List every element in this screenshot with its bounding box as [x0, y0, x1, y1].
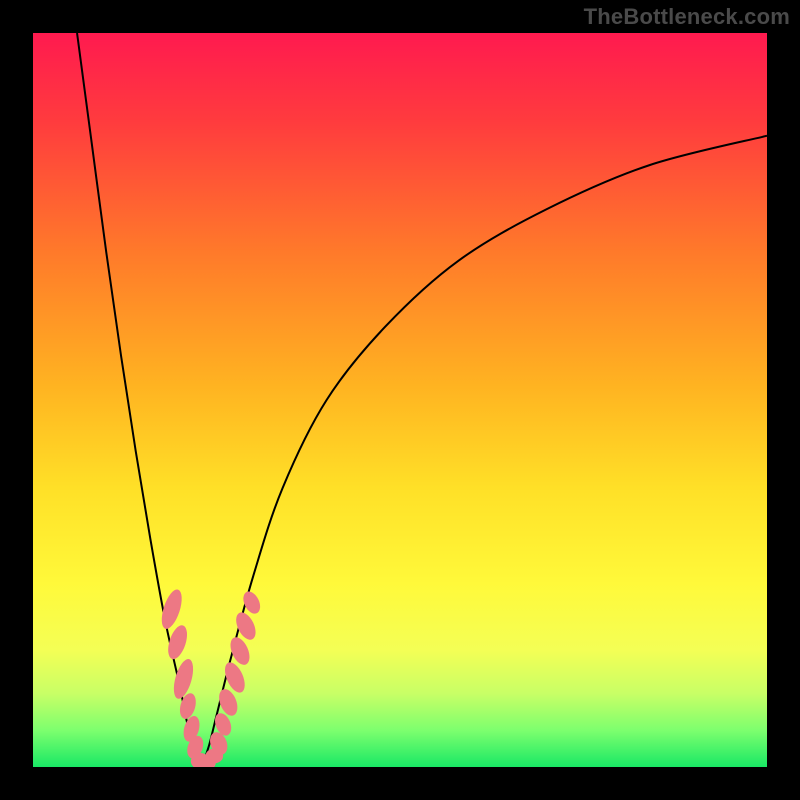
watermark-text: TheBottleneck.com	[584, 4, 790, 30]
chart-frame: TheBottleneck.com	[0, 0, 800, 800]
gradient-background	[33, 33, 767, 767]
bottleneck-chart	[0, 0, 800, 800]
